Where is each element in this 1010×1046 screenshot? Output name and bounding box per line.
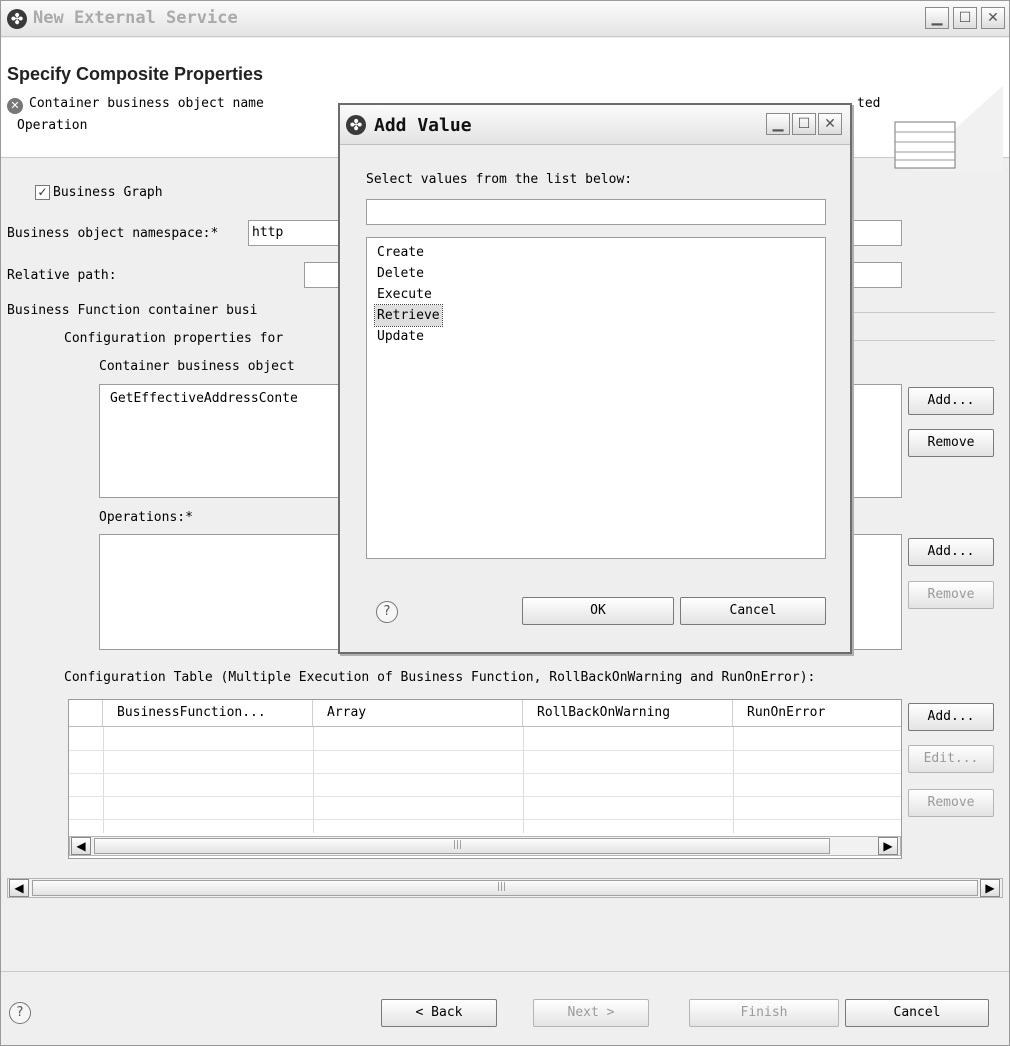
table-add-button[interactable]: Add...	[908, 703, 994, 731]
table-row	[69, 750, 901, 751]
bf-container-label: Business Function container busi	[7, 303, 258, 318]
filter-input[interactable]	[366, 199, 826, 225]
scroll-right-icon[interactable]: ▶	[980, 879, 1000, 897]
config-table-label: Configuration Table (Multiple Execution …	[64, 670, 816, 685]
config-table[interactable]: BusinessFunction... Array RollBackOnWarn…	[68, 699, 902, 859]
row-header-cell	[69, 700, 103, 726]
table-row	[69, 796, 901, 797]
maximize-icon[interactable]: ☐	[792, 113, 816, 135]
grid-line	[523, 727, 524, 833]
operations-add-button[interactable]: Add...	[908, 538, 994, 566]
minimize-icon[interactable]: ▁	[925, 7, 949, 29]
window-titlebar[interactable]: ✤ New External Service ▁ ☐ ✕	[1, 1, 1009, 37]
scroll-thumb[interactable]: |||	[94, 838, 830, 854]
ok-button[interactable]: OK	[522, 597, 674, 625]
list-item-execute[interactable]: Execute	[375, 284, 442, 305]
dialog-titlebar[interactable]: ✤ Add Value ▁ ☐ ✕	[340, 105, 850, 145]
plug-icon: ✤	[7, 9, 27, 29]
maximize-icon[interactable]: ☐	[953, 7, 977, 29]
column-header-rollbackonwarning[interactable]: RollBackOnWarning	[523, 700, 733, 726]
values-list-items: Create Delete Execute Retrieve Update	[374, 242, 443, 347]
config-properties-label: Configuration properties for	[64, 331, 284, 346]
back-button[interactable]: < Back	[381, 999, 497, 1027]
help-icon[interactable]: ?	[376, 601, 398, 623]
list-item-create[interactable]: Create	[375, 242, 442, 263]
close-icon[interactable]: ✕	[981, 7, 1005, 29]
footer-separator	[1, 971, 1009, 972]
table-header: BusinessFunction... Array RollBackOnWarn…	[69, 700, 901, 727]
next-button[interactable]: Next >	[533, 999, 649, 1027]
grid-line	[103, 727, 104, 833]
dialog-title: Add Value	[374, 115, 472, 136]
section-separator	[847, 340, 995, 341]
business-graph-label: Business Graph	[53, 185, 163, 200]
list-item-delete[interactable]: Delete	[375, 263, 442, 284]
scroll-left-icon[interactable]: ◀	[9, 879, 29, 897]
column-header-runonerror[interactable]: RunOnError	[733, 700, 901, 726]
close-icon[interactable]: ✕	[818, 113, 842, 135]
minimize-icon[interactable]: ▁	[766, 113, 790, 135]
list-item-update[interactable]: Update	[375, 326, 442, 347]
window-title: New External Service	[33, 8, 238, 28]
grip-icon: |||	[453, 840, 463, 850]
finish-button[interactable]: Finish	[689, 999, 839, 1027]
container-bo-label: Container business object	[99, 359, 295, 374]
list-item[interactable]: GetEffectiveAddressConte	[110, 391, 298, 406]
message-line2: Operation	[17, 118, 88, 133]
business-graph-checkbox[interactable]: ✓	[35, 185, 50, 200]
error-icon: ✕	[7, 98, 23, 114]
scroll-left-icon[interactable]: ◀	[71, 837, 91, 855]
values-list[interactable]: Create Delete Execute Retrieve Update	[366, 237, 826, 559]
operations-label: Operations:*	[99, 510, 193, 525]
wizard-banner-icon	[894, 86, 1003, 172]
page-horizontal-scrollbar[interactable]: ◀ ||| ▶	[7, 878, 1003, 898]
column-header-businessfunction[interactable]: BusinessFunction...	[103, 700, 313, 726]
container-add-button[interactable]: Add...	[908, 387, 994, 415]
table-row	[69, 819, 901, 820]
container-remove-button[interactable]: Remove	[908, 429, 994, 457]
help-icon[interactable]: ?	[9, 1002, 31, 1024]
message-line1-tail: ted	[857, 96, 881, 111]
table-remove-button[interactable]: Remove	[908, 789, 994, 817]
grid-line	[733, 727, 734, 833]
table-row	[69, 773, 901, 774]
grip-icon: |||	[497, 882, 507, 892]
message-line1: Container business object name	[29, 96, 264, 111]
plug-icon: ✤	[346, 115, 366, 135]
namespace-label: Business object namespace:*	[7, 226, 219, 241]
dialog-prompt: Select values from the list below:	[366, 172, 633, 187]
section-separator	[847, 312, 995, 313]
operations-remove-button[interactable]: Remove	[908, 581, 994, 609]
column-header-array[interactable]: Array	[313, 700, 523, 726]
scroll-thumb[interactable]: |||	[32, 880, 978, 896]
relative-path-label: Relative path:	[7, 268, 117, 283]
scroll-right-icon[interactable]: ▶	[878, 837, 898, 855]
add-value-dialog: ✤ Add Value ▁ ☐ ✕ Select values from the…	[338, 103, 852, 654]
page-title: Specify Composite Properties	[7, 64, 264, 84]
cancel-button[interactable]: Cancel	[845, 999, 989, 1027]
list-item-retrieve[interactable]: Retrieve	[374, 304, 443, 327]
table-edit-button[interactable]: Edit...	[908, 745, 994, 773]
dialog-cancel-button[interactable]: Cancel	[680, 597, 826, 625]
table-horizontal-scrollbar[interactable]: ◀ ||| ▶	[69, 836, 901, 856]
grid-line	[313, 727, 314, 833]
